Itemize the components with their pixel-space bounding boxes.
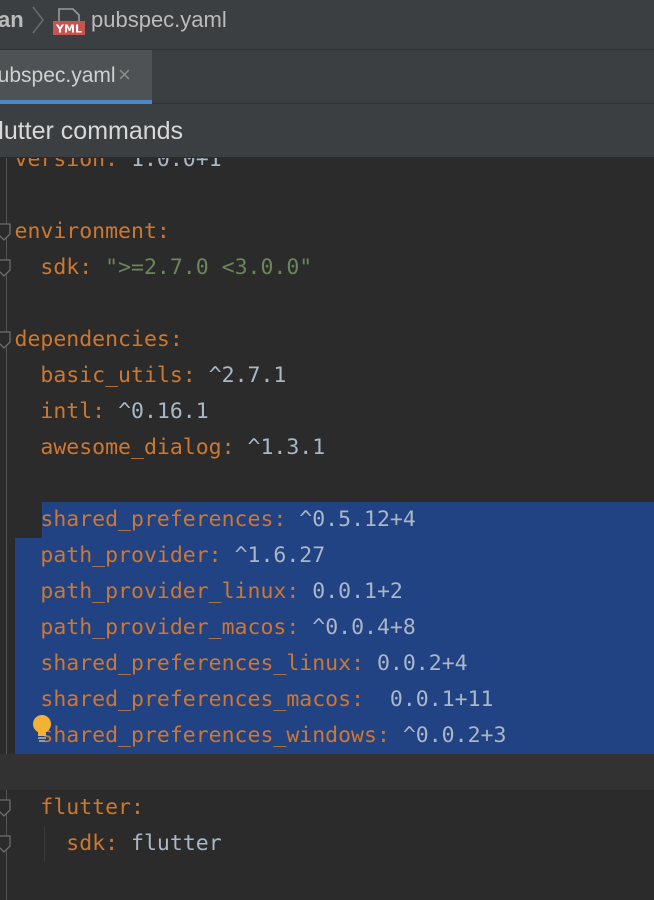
file-type-label: YML xyxy=(55,23,82,36)
tab-pubspec-yaml[interactable]: pubspec.yaml × xyxy=(0,50,152,104)
navigation-bar: an YML pubspec.yaml xyxy=(0,0,654,50)
yaml-value: ^0.16.1 xyxy=(118,399,209,424)
yaml-key: flutter xyxy=(40,795,131,820)
code-line: sdk: flutter xyxy=(66,831,222,856)
yaml-value: ^0.0.2+3 xyxy=(402,723,507,748)
yaml-key: dependencies xyxy=(14,327,170,352)
yaml-key: shared_preferences_windows xyxy=(40,723,377,748)
code-line: basic_utils: ^2.7.1 xyxy=(40,363,287,388)
yaml-key: shared_preferences_macos xyxy=(40,687,352,712)
yaml-key: environment xyxy=(14,219,157,244)
close-icon[interactable]: × xyxy=(118,62,131,88)
code-line: intl: ^0.16.1 xyxy=(40,399,209,424)
fold-marker-icon[interactable] xyxy=(0,835,11,853)
yaml-file-icon: YML xyxy=(53,8,85,36)
yaml-key: awesome_dialog xyxy=(40,435,222,460)
yaml-value: flutter xyxy=(131,831,222,856)
yaml-value: 0.0.1+2 xyxy=(312,579,403,604)
code-line: path_provider: ^1.6.27 xyxy=(40,543,326,568)
yaml-value: 0.0.1+11 xyxy=(376,687,494,712)
yaml-key: path_provider_macos xyxy=(40,615,287,640)
yaml-value: ^1.3.1 xyxy=(247,435,326,460)
tab-label: pubspec.yaml xyxy=(0,64,116,87)
fold-marker-icon[interactable] xyxy=(0,223,11,241)
yaml-value: ">=2.7.0 <3.0.0" xyxy=(105,255,313,280)
yaml-key: basic_utils xyxy=(40,363,183,388)
yaml-key: path_provider xyxy=(40,543,209,568)
code-line: path_provider_linux: 0.0.1+2 xyxy=(40,579,403,604)
fold-marker-icon[interactable] xyxy=(0,259,11,277)
yaml-key: shared_preferences xyxy=(40,507,274,532)
fold-marker-icon[interactable] xyxy=(0,331,11,349)
code-line: shared_preferences_macos: 0.0.1+11 xyxy=(40,687,494,712)
breadcrumb-project[interactable]: an xyxy=(0,7,24,33)
yaml-value: 1.0.0+1 xyxy=(131,158,222,172)
code-line: sdk: ">=2.7.0 <3.0.0" xyxy=(40,255,313,280)
code-line: dependencies: xyxy=(14,327,183,352)
breadcrumb-file[interactable]: pubspec.yaml xyxy=(91,7,227,33)
banner-title: Flutter commands xyxy=(0,117,184,145)
lightbulb-icon[interactable] xyxy=(31,714,53,744)
yaml-key: path_provider_linux xyxy=(40,579,287,604)
yaml-key: sdk xyxy=(40,255,80,280)
yaml-value: ^0.0.4+8 xyxy=(312,615,416,640)
yaml-key: shared_preferences_linux xyxy=(40,651,352,676)
yaml-value: ^0.5.12+4 xyxy=(299,507,416,532)
yaml-key: version xyxy=(14,158,106,172)
code-editor[interactable]: version: 1.0.0+1 environment: sdk: ">=2.7.… xyxy=(0,158,654,900)
code-line: awesome_dialog: ^1.3.1 xyxy=(40,435,326,460)
editor-tab-bar: pubspec.yaml × xyxy=(0,50,654,104)
yaml-value: ^2.7.1 xyxy=(208,363,287,388)
yaml-value: 0.0.2+4 xyxy=(376,651,468,676)
yaml-key: intl xyxy=(40,399,93,424)
code-line: environment: xyxy=(14,219,170,244)
yaml-value: ^1.6.27 xyxy=(234,543,326,568)
chevron-right-icon xyxy=(32,6,44,34)
code-line: shared_preferences_linux: 0.0.2+4 xyxy=(40,651,468,676)
code-line: flutter: xyxy=(40,795,144,820)
flutter-commands-banner: Flutter commands xyxy=(0,104,654,158)
code-line: path_provider_macos: ^0.0.4+8 xyxy=(40,615,416,640)
fold-marker-icon[interactable] xyxy=(0,799,11,817)
code-line: shared_preferences_windows: ^0.0.2+3 xyxy=(40,723,507,748)
code-line: shared_preferences: ^0.5.12+4 xyxy=(40,507,416,532)
yaml-key: sdk xyxy=(66,831,106,856)
code-line: version: 1.0.0+1 xyxy=(0,158,654,178)
